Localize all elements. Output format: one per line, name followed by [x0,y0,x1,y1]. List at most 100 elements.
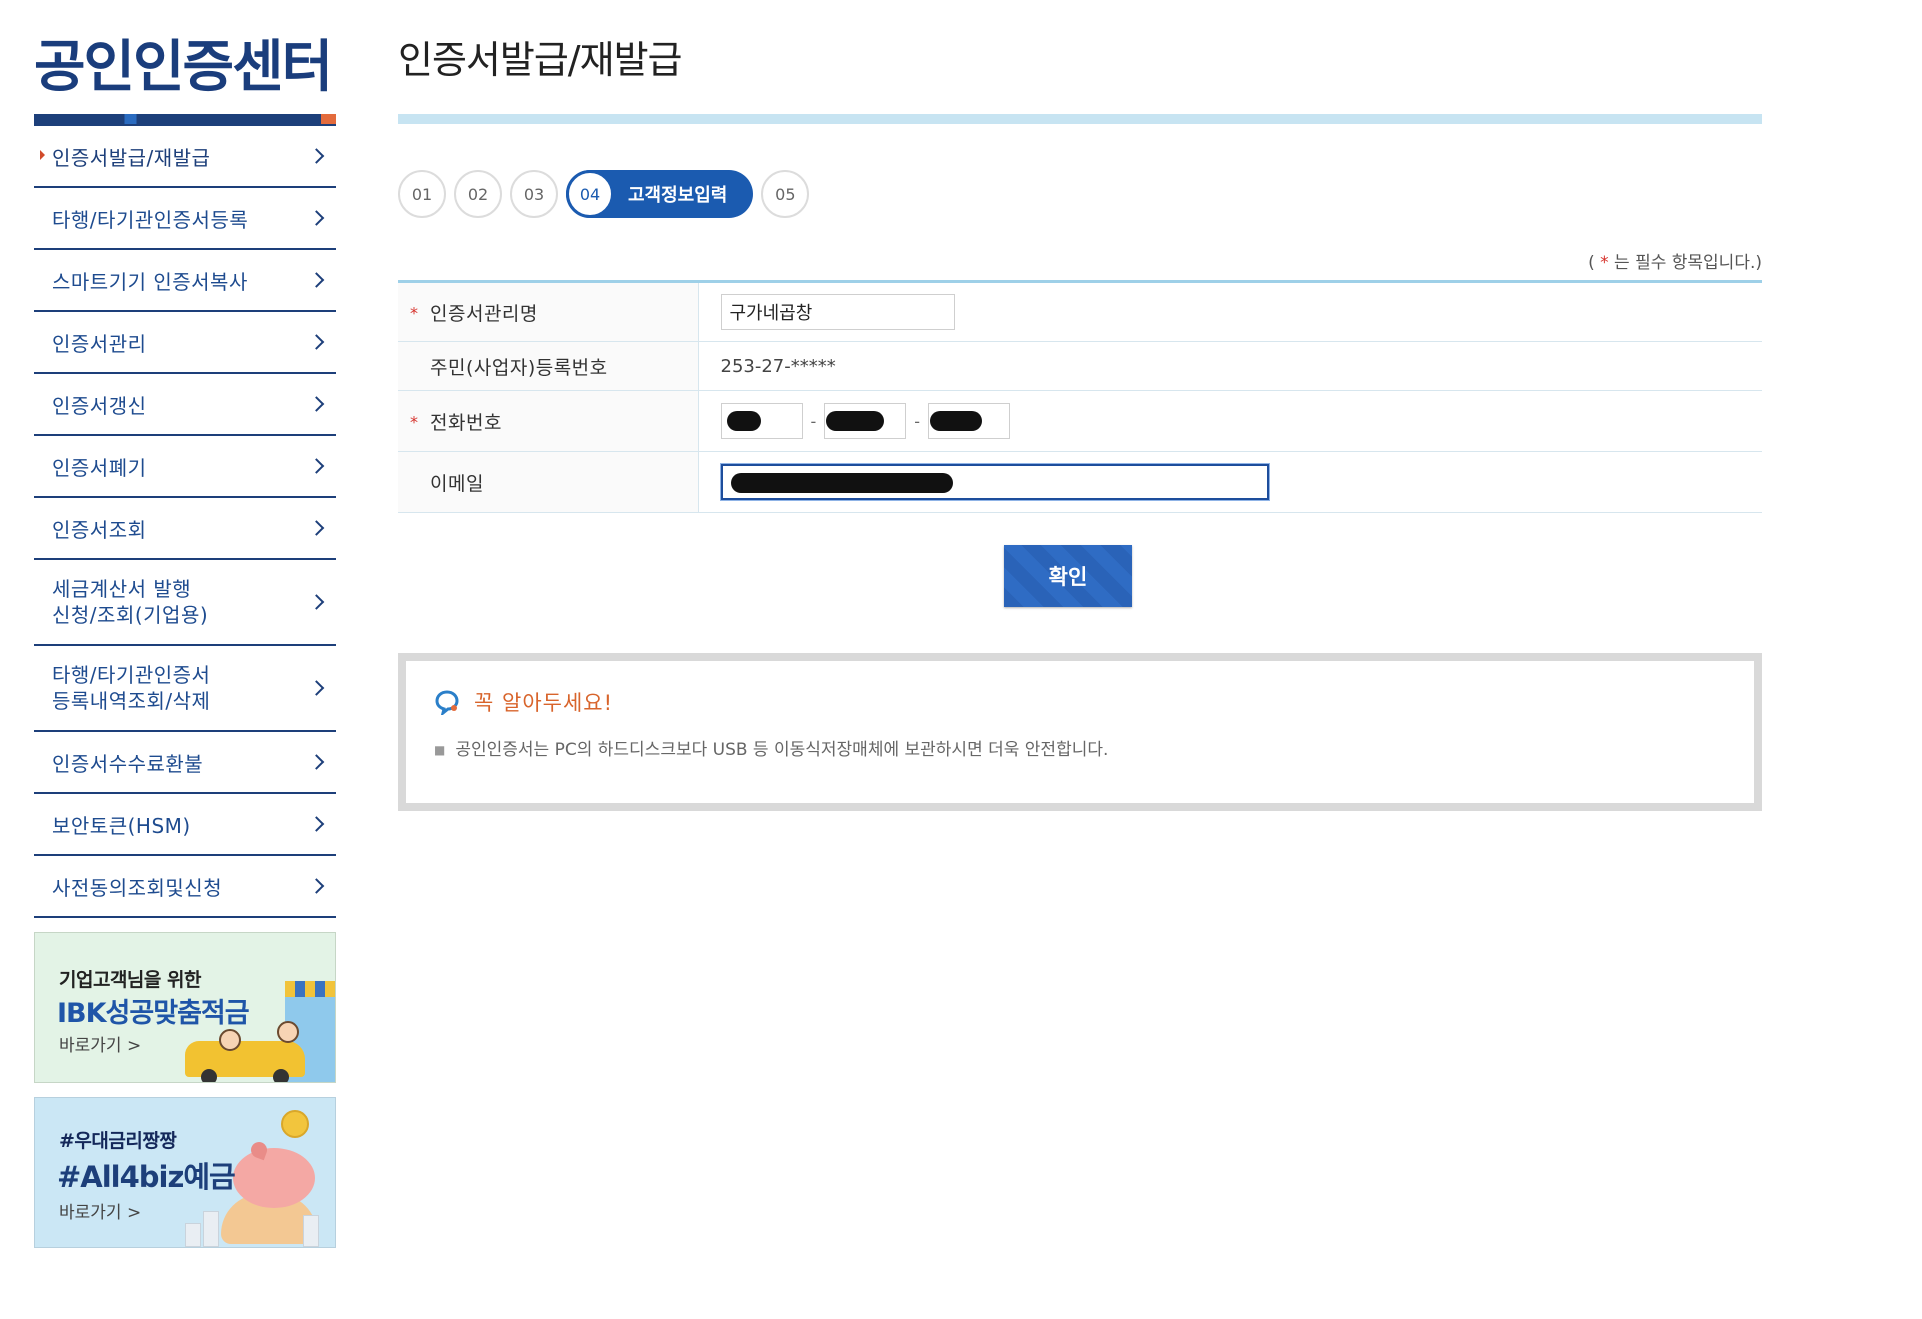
form-value-cell [698,281,1762,342]
form-label-cell: * 전화번호 [398,390,699,452]
wheel-illustration [273,1069,289,1082]
sidebar-item-other-bank-history[interactable]: 타행/타기관인증서 등록내역조회/삭제 [34,646,336,732]
piggy-bank-illustration [233,1148,315,1208]
form-label-cell: 이메일 [398,451,699,513]
sidebar-item-issue-reissue[interactable]: 인증서발급/재발급 [34,126,336,188]
title-underline [398,114,1762,124]
sidebar-item-security-token[interactable]: 보안토큰(HSM) [34,794,336,856]
cert-name-label: 인증서관리명 [430,302,538,325]
redaction-mark [826,411,885,431]
required-note-open: ( [1588,253,1601,273]
phone-label: 전화번호 [430,411,502,434]
notice-title: 꼭 알아두세요! [474,691,614,715]
sidebar-item-cert-renew[interactable]: 인증서갱신 [34,374,336,436]
form-row-reg-number: 주민(사업자)등록번호 253-27-***** [398,341,1762,391]
step-4-number: 04 [566,170,614,218]
coin-illustration [281,1110,309,1138]
sidebar-item-cert-lookup[interactable]: 인증서조회 [34,498,336,560]
chevron-right-icon [308,754,325,770]
sidebar-item-tax-invoice[interactable]: 세금계산서 발행 신청/조회(기업용) [34,560,336,646]
page-title: 인증서발급/재발급 [398,38,682,82]
form-label-cell: 주민(사업자)등록번호 [398,341,699,391]
sidebar-item-cert-revoke[interactable]: 인증서폐기 [34,436,336,498]
email-label: 이메일 [430,472,484,495]
chevron-right-icon [308,520,325,536]
sidebar-item-label: 보안토큰(HSM) [52,813,191,838]
sidebar-title[interactable]: 공인인증센터 [34,30,336,114]
sidebar-item-smart-device-copy[interactable]: 스마트기기 인증서복사 [34,250,336,312]
form-label-cell: * 인증서관리명 [398,281,699,342]
shop-awning-illustration [285,981,335,997]
sidebar-item-prior-consent[interactable]: 사전동의조회및신청 [34,856,336,918]
form-row-cert-name: * 인증서관리명 [398,281,1762,342]
step-5: 05 [761,170,810,218]
form-value-cell: - - [698,390,1763,452]
sidebar-item-label: 타행/타기관인증서 등록내역조회/삭제 [52,663,211,713]
banner-title: IBK성공맞춤적금 [57,998,250,1029]
required-note: ( * 는 필수 항목입니다.) [398,248,1762,273]
building-illustration [203,1211,219,1247]
building-illustration [185,1223,201,1247]
sidebar-menu: 인증서발급/재발급 타행/타기관인증서등록 스마트기기 인증서복사 인증서관리 … [34,124,336,918]
main-content: 인증서발급/재발급 01 02 03 04 고객정보입력 05 ( * 는 필수… [398,30,1762,811]
required-star-icon: * [1600,253,1609,273]
redaction-mark [930,411,983,431]
banner-subtitle: 기업고객님을 위한 [59,969,201,991]
customer-info-form: * 인증서관리명 주민(사업자)등록번호 253-27-***** * 전화번호 [398,280,1762,513]
sidebar-item-fee-refund[interactable]: 인증서수수료환불 [34,732,336,794]
chevron-right-icon [308,396,325,412]
phone-part2-box [824,403,907,439]
banner-go-link[interactable]: 바로가기 > [59,1198,141,1223]
chevron-right-icon [308,878,325,894]
wheel-illustration [201,1069,217,1082]
sidebar-item-label: 인증서수수료환불 [52,751,204,776]
sidebar-item-cert-manage[interactable]: 인증서관리 [34,312,336,374]
phone-fields: - - [720,403,1763,439]
sidebar-item-label: 인증서조회 [52,517,147,542]
speech-bubble-icon [435,690,459,715]
required-note-text: 는 필수 항목입니다.) [1608,253,1762,273]
notice-text: 공인인증서는 PC의 하드디스크보다 USB 등 이동식저장매체에 보관하시면 … [455,740,1109,760]
sidebar-item-label: 세금계산서 발행 신청/조회(기업용) [52,577,209,627]
chevron-right-icon [308,458,325,474]
form-row-phone: * 전화번호 - - [398,390,1763,452]
sidebar-item-label: 타행/타기관인증서등록 [52,207,249,232]
step-1: 01 [398,170,446,218]
chevron-right-icon [308,148,325,164]
step-indicator: 01 02 03 04 고객정보입력 05 [398,170,1762,218]
sidebar-item-label: 스마트기기 인증서복사 [52,269,248,294]
chevron-right-icon [308,334,325,350]
cert-name-input[interactable] [720,294,955,330]
sidebar-item-label: 사전동의조회및신청 [52,875,223,900]
sidebar-item-label: 인증서발급/재발급 [52,145,211,170]
banner-ibk-savings[interactable]: 기업고객님을 위한 IBK성공맞춤적금 바로가기 > [34,932,336,1083]
required-star-icon: * [410,303,419,323]
banner-go-link[interactable]: 바로가기 > [59,1031,141,1056]
sidebar-title-bar [34,114,336,124]
redaction-mark [730,473,953,493]
reg-number-label: 주민(사업자)등록번호 [430,356,608,379]
confirm-area: 확인 [398,545,1762,607]
sidebar-item-label: 인증서관리 [52,331,147,356]
sidebar-item-label: 인증서폐기 [52,455,147,480]
phone-part1-box [720,403,803,439]
sidebar-item-other-bank-register[interactable]: 타행/타기관인증서등록 [34,188,336,250]
chevron-right-icon [308,816,325,832]
person-illustration [219,1029,241,1051]
step-2: 02 [454,170,502,218]
notice-text-line: ■ 공인인증서는 PC의 하드디스크보다 USB 등 이동식저장매체에 보관하시면… [434,735,1754,760]
chevron-right-icon [308,594,325,610]
confirm-button[interactable]: 확인 [1004,545,1132,607]
form-row-email: 이메일 [398,451,1762,513]
chevron-right-icon [308,680,325,696]
step-4-label: 고객정보입력 [628,185,728,206]
chevron-right-icon [308,210,325,226]
bullet-icon: ■ [434,743,446,757]
banner-subtitle: #우대금리짱짱 [59,1130,177,1152]
banner-all4biz-deposit[interactable]: #우대금리짱짱 #All4biz예금 바로가기 > [34,1097,336,1248]
active-bullet-icon [40,150,45,160]
reg-number-value: 253-27-***** [698,341,1762,391]
sidebar-item-label: 인증서갱신 [52,393,147,418]
person-illustration [277,1021,299,1043]
step-3: 03 [510,170,558,218]
